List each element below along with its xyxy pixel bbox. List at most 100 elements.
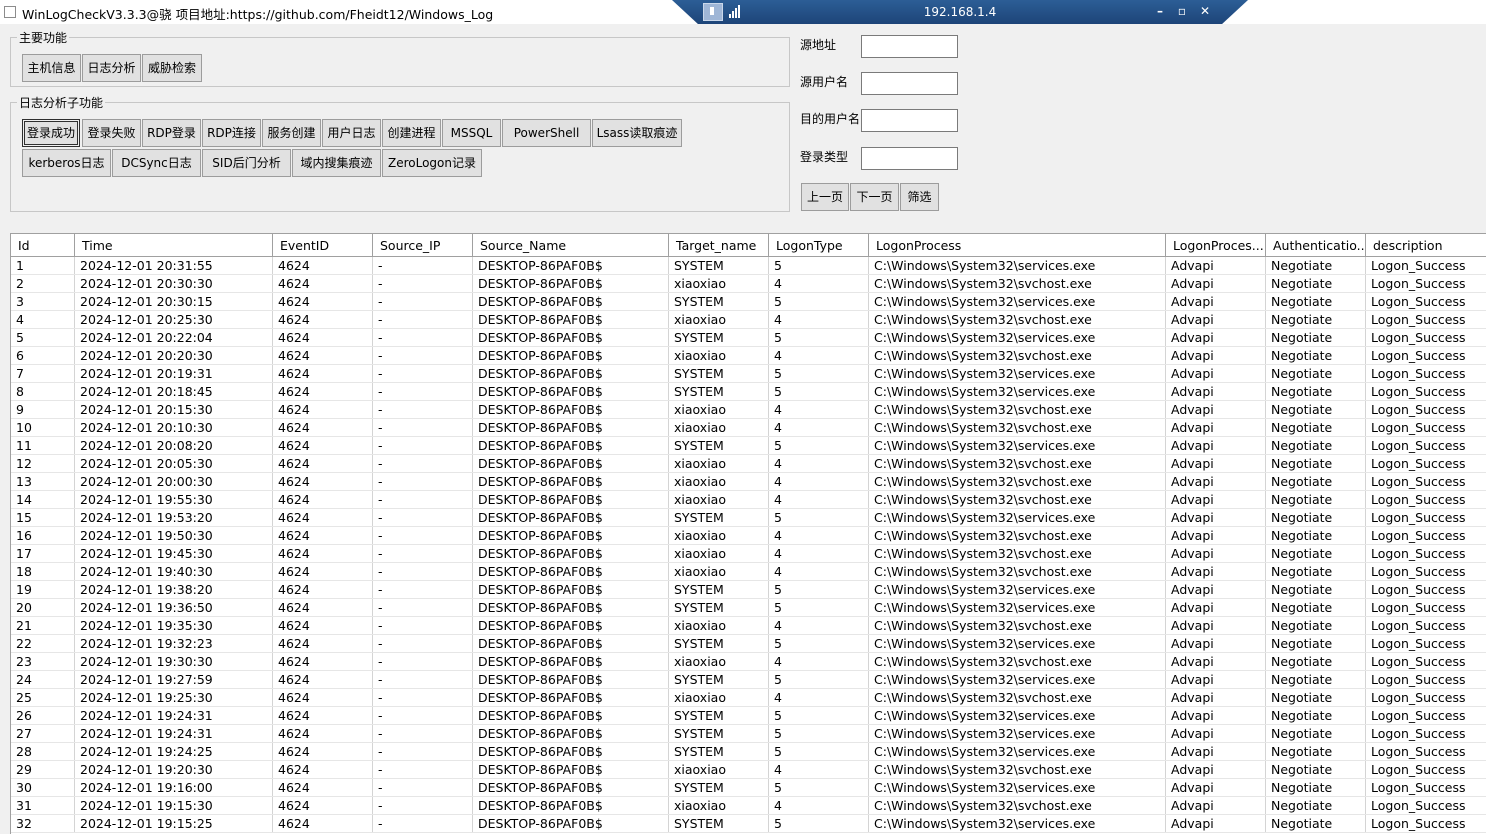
table-row[interactable]: 8 2024-12-01 20:18:45 4624- DESKTOP-86PAF0B… [11, 383, 1486, 401]
table-cell: C:\Windows\System32\services.exe [869, 365, 1166, 382]
table-cell: 4 [769, 527, 869, 544]
table-row[interactable]: 26 2024-12-01 19:24:31 4624- DESKTOP-86PAF0… [11, 707, 1486, 725]
table-cell: 2024-12-01 19:24:25 [75, 743, 273, 760]
table-cell: xiaoxiao [669, 563, 769, 580]
column-header[interactable]: Source_IP [373, 234, 473, 256]
table-row[interactable]: 25 2024-12-01 19:25:30 4624- DESKTOP-86PAF0… [11, 689, 1486, 707]
table-header: Id Time EventID Source_IP Source_Name Target_… [11, 234, 1486, 257]
log-table[interactable]: Id Time EventID Source_IP Source_Name Target_… [10, 233, 1486, 834]
column-header[interactable]: LogonProcess [869, 234, 1166, 256]
kerberos-log-button[interactable]: kerberos日志 [22, 149, 111, 177]
table-row[interactable]: 27 2024-12-01 19:24:31 4624- DESKTOP-86PAF0… [11, 725, 1486, 743]
table-row[interactable]: 7 2024-12-01 20:19:31 4624- DESKTOP-86PAF0B… [11, 365, 1486, 383]
dcsync-log-button[interactable]: DCSync日志 [112, 149, 201, 177]
table-row[interactable]: 31 2024-12-01 19:15:30 4624- DESKTOP-86PAF0… [11, 797, 1486, 815]
table-cell: - [373, 509, 473, 526]
table-cell: 4624 [273, 419, 373, 436]
next-page-button[interactable]: 下一页 [850, 183, 899, 211]
logon-failure-button[interactable]: 登录失败 [82, 119, 141, 147]
rdp-logon-button[interactable]: RDP登录 [142, 119, 201, 147]
table-row[interactable]: 12 2024-12-01 20:05:30 4624- DESKTOP-86PAF0… [11, 455, 1486, 473]
target-user-input[interactable] [861, 109, 958, 132]
service-create-button[interactable]: 服务创建 [262, 119, 321, 147]
table-cell: SYSTEM [669, 599, 769, 616]
table-cell: DESKTOP-86PAF0B$ [473, 779, 669, 796]
table-row[interactable]: 22 2024-12-01 19:32:23 4624- DESKTOP-86PAF0… [11, 635, 1486, 653]
table-cell: 5 [769, 635, 869, 652]
lsass-read-trace-button[interactable]: Lsass读取痕迹 [592, 119, 682, 147]
table-row[interactable]: 9 2024-12-01 20:15:30 4624- DESKTOP-86PAF0B… [11, 401, 1486, 419]
source-user-input[interactable] [861, 72, 958, 95]
column-header[interactable]: EventID [273, 234, 373, 256]
table-row[interactable]: 5 2024-12-01 20:22:04 4624- DESKTOP-86PAF0B… [11, 329, 1486, 347]
table-cell: Negotiate [1266, 311, 1366, 328]
sid-backdoor-button[interactable]: SID后门分析 [202, 149, 291, 177]
table-row[interactable]: 1 2024-12-01 20:31:55 4624- DESKTOP-86PAF0B… [11, 257, 1486, 275]
table-row[interactable]: 24 2024-12-01 19:27:59 4624- DESKTOP-86PAF0… [11, 671, 1486, 689]
restore-icon[interactable]: ▫ [1174, 3, 1190, 19]
column-header[interactable]: Time [75, 234, 273, 256]
table-cell: - [373, 257, 473, 274]
log-analysis-button[interactable]: 日志分析 [82, 54, 141, 82]
host-info-button[interactable]: 主机信息 [22, 54, 81, 82]
table-row[interactable]: 21 2024-12-01 19:35:30 4624- DESKTOP-86PAF0… [11, 617, 1486, 635]
table-cell: 2024-12-01 19:16:00 [75, 779, 273, 796]
table-row[interactable]: 6 2024-12-01 20:20:30 4624- DESKTOP-86PAF0B… [11, 347, 1486, 365]
table-row[interactable]: 18 2024-12-01 19:40:30 4624- DESKTOP-86PAF0… [11, 563, 1486, 581]
table-row[interactable]: 29 2024-12-01 19:20:30 4624- DESKTOP-86PAF0… [11, 761, 1486, 779]
logon-type-input[interactable] [861, 147, 958, 170]
table-row[interactable]: 14 2024-12-01 19:55:30 4624- DESKTOP-86PAF0… [11, 491, 1486, 509]
column-header[interactable]: Authenticatio... [1266, 234, 1366, 256]
table-cell: SYSTEM [669, 707, 769, 724]
user-log-button[interactable]: 用户日志 [322, 119, 381, 147]
table-row[interactable]: 23 2024-12-01 19:30:30 4624- DESKTOP-86PAF0… [11, 653, 1486, 671]
table-cell: 4 [769, 563, 869, 580]
table-cell: 4624 [273, 653, 373, 670]
table-cell: 4624 [273, 689, 373, 706]
source-ip-input[interactable] [861, 35, 958, 58]
filter-button[interactable]: 筛选 [900, 183, 939, 211]
table-row[interactable]: 11 2024-12-01 20:08:20 4624- DESKTOP-86PAF0… [11, 437, 1486, 455]
column-header[interactable]: description [1366, 234, 1486, 256]
zerologon-record-button[interactable]: ZeroLogon记录 [382, 149, 482, 177]
table-cell: 4 [769, 761, 869, 778]
powershell-button[interactable]: PowerShell [502, 119, 591, 147]
table-row[interactable]: 2 2024-12-01 20:30:30 4624- DESKTOP-86PAF0B… [11, 275, 1486, 293]
mssql-button[interactable]: MSSQL [442, 119, 501, 147]
minimize-icon[interactable]: – [1152, 3, 1168, 19]
table-cell: 5 [769, 365, 869, 382]
column-header[interactable]: Id [11, 234, 75, 256]
table-cell: DESKTOP-86PAF0B$ [473, 725, 669, 742]
rdp-connect-button[interactable]: RDP连接 [202, 119, 261, 147]
column-header[interactable]: LogonType [769, 234, 869, 256]
table-cell: Negotiate [1266, 293, 1366, 310]
table-cell: Advapi [1166, 365, 1266, 382]
prev-page-button[interactable]: 上一页 [801, 183, 849, 211]
table-cell: Negotiate [1266, 797, 1366, 814]
table-row[interactable]: 32 2024-12-01 19:15:25 4624- DESKTOP-86PAF0… [11, 815, 1486, 833]
column-header[interactable]: Target_name [669, 234, 769, 256]
table-row[interactable]: 3 2024-12-01 20:30:15 4624- DESKTOP-86PAF0B… [11, 293, 1486, 311]
threat-search-button[interactable]: 威胁检索 [142, 54, 202, 82]
column-header[interactable]: Source_Name [473, 234, 669, 256]
close-icon[interactable]: ✕ [1197, 3, 1213, 19]
table-row[interactable]: 13 2024-12-01 20:00:30 4624- DESKTOP-86PAF0… [11, 473, 1486, 491]
create-process-button[interactable]: 创建进程 [382, 119, 441, 147]
table-cell: C:\Windows\System32\services.exe [869, 671, 1166, 688]
table-row[interactable]: 19 2024-12-01 19:38:20 4624- DESKTOP-86PAF0… [11, 581, 1486, 599]
column-header[interactable]: LogonProces... [1166, 234, 1266, 256]
table-row[interactable]: 17 2024-12-01 19:45:30 4624- DESKTOP-86PAF0… [11, 545, 1486, 563]
domain-recon-trace-button[interactable]: 域内搜集痕迹 [292, 149, 381, 177]
logon-success-button[interactable]: 登录成功 [22, 119, 80, 147]
table-row[interactable]: 28 2024-12-01 19:24:25 4624- DESKTOP-86PAF0… [11, 743, 1486, 761]
table-cell: C:\Windows\System32\services.exe [869, 257, 1166, 274]
table-row[interactable]: 16 2024-12-01 19:50:30 4624- DESKTOP-86PAF0… [11, 527, 1486, 545]
table-row[interactable]: 4 2024-12-01 20:25:30 4624- DESKTOP-86PAF0B… [11, 311, 1486, 329]
table-row[interactable]: 20 2024-12-01 19:36:50 4624- DESKTOP-86PAF0… [11, 599, 1486, 617]
table-cell: Logon_Success [1366, 761, 1486, 778]
table-cell: Negotiate [1266, 473, 1366, 490]
table-row[interactable]: 30 2024-12-01 19:16:00 4624- DESKTOP-86PAF0… [11, 779, 1486, 797]
table-cell: C:\Windows\System32\svchost.exe [869, 347, 1166, 364]
table-row[interactable]: 10 2024-12-01 20:10:30 4624- DESKTOP-86PAF0… [11, 419, 1486, 437]
table-row[interactable]: 15 2024-12-01 19:53:20 4624- DESKTOP-86PAF0… [11, 509, 1486, 527]
